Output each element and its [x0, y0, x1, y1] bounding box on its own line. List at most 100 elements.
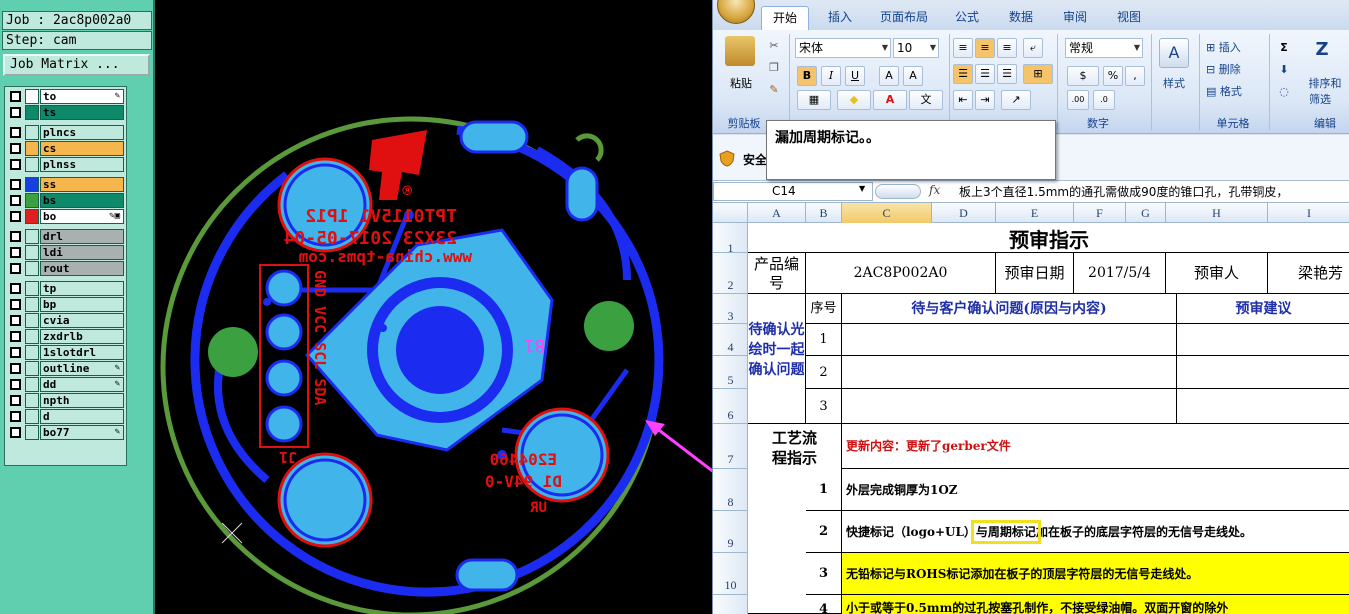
- styles-button[interactable]: 样式: [1153, 74, 1195, 94]
- clear-icon[interactable]: ◌: [1273, 82, 1295, 102]
- percent-button[interactable]: %: [1103, 66, 1123, 86]
- layer-row[interactable]: dd ✎: [7, 377, 125, 392]
- tab-page-layout[interactable]: 页面布局: [871, 6, 937, 30]
- layer-checkbox[interactable]: [10, 427, 21, 438]
- row-9[interactable]: 9: [713, 511, 748, 553]
- confirm-label[interactable]: 待确认光绘时一起确认问题: [748, 294, 806, 424]
- layer-color-swatch[interactable]: [25, 313, 39, 328]
- column-f[interactable]: F: [1074, 203, 1126, 223]
- wrap-text-button[interactable]: ⤶: [1023, 38, 1043, 58]
- shrink-font-button[interactable]: A: [903, 66, 923, 86]
- layer-checkbox[interactable]: [10, 411, 21, 422]
- job-matrix-button[interactable]: Job Matrix ...: [3, 54, 150, 76]
- layer-row[interactable]: tp: [7, 281, 125, 296]
- layer-name[interactable]: 1slotdrl: [40, 345, 124, 360]
- confirm-suggestion[interactable]: [1177, 389, 1349, 424]
- item-text[interactable]: 快捷标记（logo+UL）与周期标记加在板子的底层字符层的无信号走线处。: [842, 511, 1349, 553]
- align-middle-button[interactable]: ≡: [975, 38, 995, 58]
- confirm-question[interactable]: [842, 324, 1177, 356]
- row-5[interactable]: 5: [713, 356, 748, 389]
- layer-checkbox[interactable]: [10, 143, 21, 154]
- column-d[interactable]: D: [932, 203, 996, 223]
- confirm-suggestion[interactable]: [1177, 356, 1349, 389]
- confirm-question[interactable]: [842, 356, 1177, 389]
- confirm-question[interactable]: [842, 389, 1177, 424]
- row-4[interactable]: 4: [713, 324, 748, 356]
- layer-row[interactable]: plnss: [7, 157, 125, 172]
- layer-name[interactable]: bo ✎▣: [40, 209, 124, 224]
- pending-label[interactable]: 待与客户确认问题(原因与内容): [842, 294, 1177, 324]
- layer-color-swatch[interactable]: [25, 393, 39, 408]
- layer-name[interactable]: rout: [40, 261, 124, 276]
- layer-color-swatch[interactable]: [25, 329, 39, 344]
- layer-name[interactable]: d: [40, 409, 124, 424]
- layer-row[interactable]: to ✎: [7, 89, 125, 104]
- comma-button[interactable]: ,: [1125, 66, 1145, 86]
- suggest-label[interactable]: 预审建议: [1177, 294, 1349, 324]
- layer-row[interactable]: ss: [7, 177, 125, 192]
- formula-bar-toggle[interactable]: [875, 184, 921, 199]
- column-h[interactable]: H: [1166, 203, 1268, 223]
- increase-decimal-button[interactable]: .00: [1067, 90, 1089, 110]
- layer-color-swatch[interactable]: [25, 229, 39, 244]
- tab-formulas[interactable]: 公式: [945, 6, 989, 30]
- layer-name[interactable]: cvia: [40, 313, 124, 328]
- font-name-combo[interactable]: 宋体 ▼: [795, 38, 891, 58]
- select-all[interactable]: [713, 203, 748, 223]
- layer-row[interactable]: bp: [7, 297, 125, 312]
- office-button[interactable]: [717, 0, 755, 24]
- tab-insert[interactable]: 插入: [817, 6, 863, 30]
- layer-color-swatch[interactable]: [25, 425, 39, 440]
- name-box[interactable]: C14: [713, 182, 873, 201]
- column-e[interactable]: E: [996, 203, 1074, 223]
- styles-icon[interactable]: A: [1159, 38, 1189, 68]
- seq-label[interactable]: 序号: [806, 294, 842, 324]
- column-a[interactable]: A: [748, 203, 806, 223]
- layer-row[interactable]: cs: [7, 141, 125, 156]
- layer-name[interactable]: outline ✎: [40, 361, 124, 376]
- column-b[interactable]: B: [806, 203, 842, 223]
- layer-checkbox[interactable]: [10, 159, 21, 170]
- layer-name[interactable]: to ✎: [40, 89, 124, 104]
- row-7[interactable]: 7: [713, 424, 748, 469]
- tab-view[interactable]: 视图: [1107, 6, 1151, 30]
- align-center-button[interactable]: ☰: [975, 64, 995, 84]
- underline-button[interactable]: U: [845, 66, 865, 86]
- paste-button[interactable]: 粘贴: [721, 74, 761, 94]
- layer-checkbox[interactable]: [10, 127, 21, 138]
- layer-name[interactable]: cs: [40, 141, 124, 156]
- confirm-seq[interactable]: 2: [806, 356, 842, 389]
- layer-name[interactable]: zxdrlb: [40, 329, 124, 344]
- layer-checkbox[interactable]: [10, 299, 21, 310]
- pcb-canvas[interactable]: TPT0115V1 1P12 23X23 2017-05-04 www.chin…: [157, 0, 758, 614]
- layer-color-swatch[interactable]: [25, 261, 39, 276]
- tab-data[interactable]: 数据: [999, 6, 1043, 30]
- row-6[interactable]: 6: [713, 389, 748, 424]
- worksheet[interactable]: A B C D E F G H I 1 2 3 4 5 6 7 8 9 10 1…: [713, 203, 1349, 614]
- layer-name[interactable]: plncs: [40, 125, 124, 140]
- layer-row[interactable]: rout: [7, 261, 125, 276]
- item-no[interactable]: 4: [806, 595, 842, 614]
- font-color-button[interactable]: A: [873, 90, 907, 110]
- layer-name[interactable]: ts: [40, 105, 124, 120]
- layer-color-swatch[interactable]: [25, 245, 39, 260]
- reviewer-label[interactable]: 预审人: [1166, 253, 1268, 294]
- row-11[interactable]: 11: [713, 595, 748, 614]
- paste-icon[interactable]: [725, 36, 755, 66]
- layer-color-swatch[interactable]: [25, 177, 39, 192]
- layer-name[interactable]: dd ✎: [40, 377, 124, 392]
- layer-checkbox[interactable]: [10, 247, 21, 258]
- reviewer[interactable]: 梁艳芳: [1268, 253, 1349, 294]
- confirm-seq[interactable]: 3: [806, 389, 842, 424]
- layer-checkbox[interactable]: [10, 347, 21, 358]
- layer-checkbox[interactable]: [10, 211, 21, 222]
- layer-color-swatch[interactable]: [25, 377, 39, 392]
- layer-color-swatch[interactable]: [25, 345, 39, 360]
- layer-color-swatch[interactable]: [25, 209, 39, 224]
- layer-name[interactable]: ss: [40, 177, 124, 192]
- decrease-decimal-button[interactable]: .0: [1093, 90, 1115, 110]
- layer-color-swatch[interactable]: [25, 281, 39, 296]
- copy-icon[interactable]: ❐: [765, 58, 783, 78]
- layer-row[interactable]: outline ✎: [7, 361, 125, 376]
- review-date-label[interactable]: 预审日期: [996, 253, 1074, 294]
